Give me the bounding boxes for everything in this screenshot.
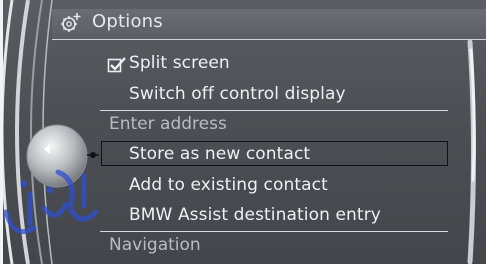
idrive-options-screen: Options Split screen Switch off control …	[0, 0, 486, 264]
menu-item-split-screen[interactable]: Split screen	[129, 53, 230, 73]
menu-item-switch-off-control-display[interactable]: Switch off control display	[129, 84, 346, 104]
watermark-logo	[3, 169, 99, 234]
page-title: Options	[92, 11, 163, 32]
checkbox-checked-icon[interactable]	[107, 56, 127, 74]
menu-item-bmw-assist-destination-entry[interactable]: BMW Assist destination entry	[129, 205, 381, 225]
divider	[100, 110, 448, 111]
menu-item-add-to-existing-contact[interactable]: Add to existing contact	[129, 175, 328, 195]
section-title-enter-address: Enter address	[109, 114, 227, 134]
section-title-navigation: Navigation	[109, 235, 201, 255]
gear-plus-icon	[61, 13, 81, 32]
menu-item-store-as-new-contact[interactable]: Store as new contact	[129, 144, 310, 164]
divider	[100, 231, 448, 232]
scrollbar[interactable]	[467, 40, 479, 264]
